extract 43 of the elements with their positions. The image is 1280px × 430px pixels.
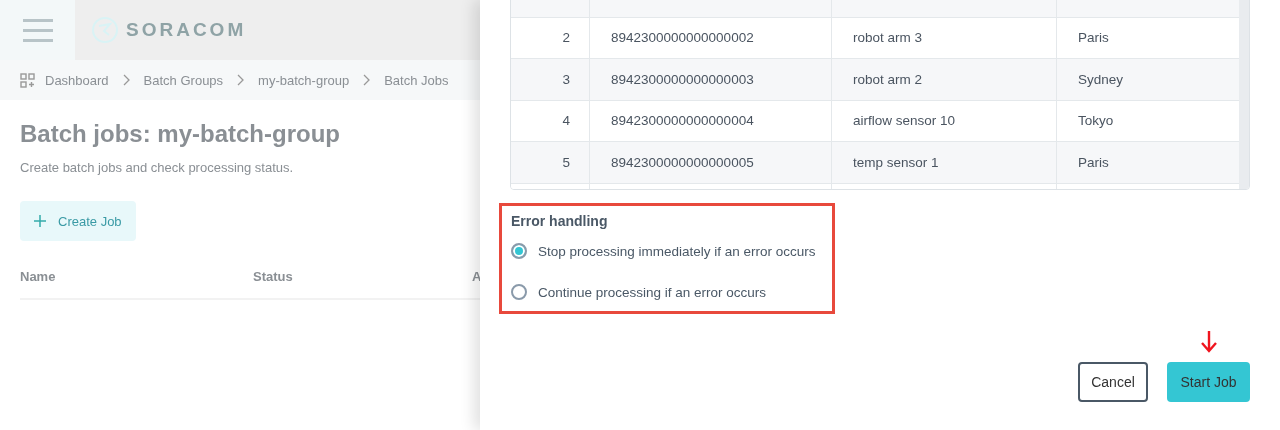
radio-button[interactable] xyxy=(511,284,527,300)
table-cell: 3 xyxy=(511,59,590,100)
table-cell: 2 xyxy=(511,17,590,58)
table-cell-text: Tokyo xyxy=(1077,112,1115,131)
logo-text: SORACOM xyxy=(126,19,247,41)
page-title: Batch jobs: my-batch-group xyxy=(20,120,340,148)
chevron-icon xyxy=(362,74,372,86)
radio-label[interactable]: Continue processing if an error occurs xyxy=(538,284,767,300)
table-cell: 8942300000000000002 xyxy=(590,17,832,58)
chevron-icon xyxy=(236,74,246,86)
table-cell: airflow sensor 10 xyxy=(832,100,1057,141)
menu-button[interactable] xyxy=(0,0,75,60)
plus-icon xyxy=(34,215,46,227)
start-job-button[interactable]: Start Job xyxy=(1167,362,1250,402)
menu-icon xyxy=(22,18,53,42)
breadcrumb-link[interactable]: Dashboard xyxy=(45,72,109,88)
page-subtitle: Create batch jobs and check processing status. xyxy=(20,160,294,175)
table-cell: robot arm 2 xyxy=(832,59,1057,100)
table-cell: robot arm 3 xyxy=(832,17,1057,58)
section-title: Error handling xyxy=(511,213,609,229)
table-cell: 8942300000000000005 xyxy=(590,142,832,183)
arrow-icon xyxy=(1199,330,1218,353)
dashboard-icon xyxy=(20,72,35,88)
chevron-icon xyxy=(121,74,131,86)
column-header: A xyxy=(472,269,482,284)
table-cell: 4 xyxy=(511,100,590,141)
table-cell: 8942300000000000004 xyxy=(590,100,832,141)
table-cell-text: Sydney xyxy=(1077,70,1125,89)
table-cell-text: Paris xyxy=(1077,153,1110,172)
radio-button[interactable] xyxy=(511,243,527,259)
column-header: Name xyxy=(20,269,57,284)
table-cell: temp sensor 1 xyxy=(832,142,1057,183)
breadcrumb-link[interactable]: Batch Groups xyxy=(143,72,224,88)
breadcrumb-link[interactable]: my-batch-group xyxy=(258,72,350,88)
create-job-button[interactable]: Create Job xyxy=(20,201,136,241)
table-cell-text: Paris xyxy=(1077,29,1110,48)
cancel-button[interactable]: Cancel xyxy=(1078,362,1148,402)
table-cell: 8942300000000000003 xyxy=(590,59,832,100)
breadcrumb-link[interactable]: Batch Jobs xyxy=(384,72,449,88)
table-cell: 5 xyxy=(511,142,590,183)
column-header: Status xyxy=(253,269,294,284)
radio-label[interactable]: Stop processing immediately if an error occurs xyxy=(538,243,816,259)
scrollbar[interactable] xyxy=(1239,0,1249,189)
